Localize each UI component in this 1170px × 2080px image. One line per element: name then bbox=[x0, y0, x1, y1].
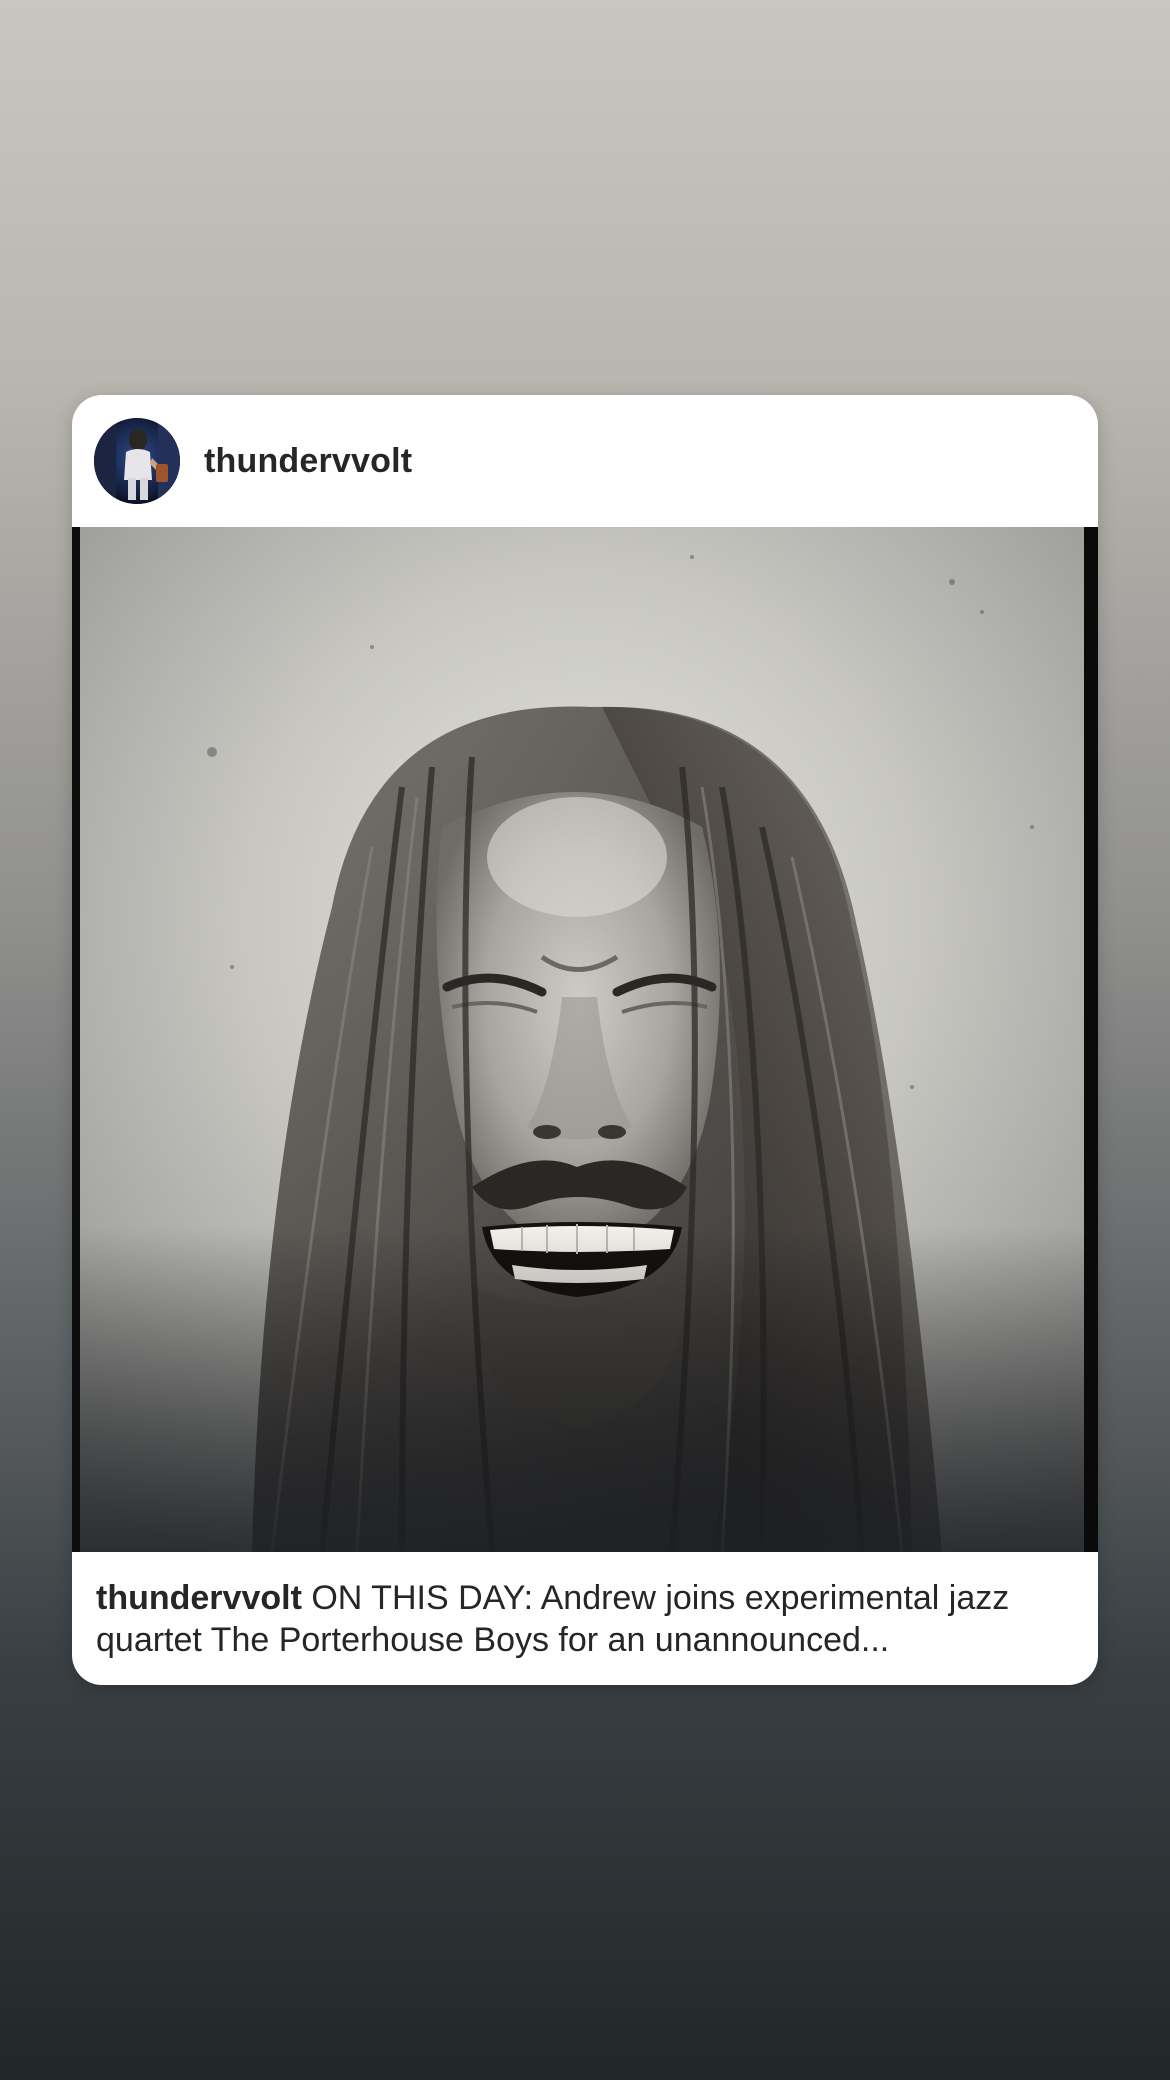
post-photo[interactable] bbox=[72, 527, 1098, 1552]
profile-avatar[interactable] bbox=[94, 418, 180, 504]
post-caption[interactable]: thundervvolt ON THIS DAY: Andrew joins e… bbox=[96, 1577, 1076, 1661]
shared-post-card[interactable]: thundervvolt thundervvolt ON THIS DAY: A… bbox=[72, 395, 1098, 1685]
post-header: thundervvolt bbox=[72, 395, 1098, 527]
portrait-photo-image bbox=[72, 527, 1098, 1552]
post-username[interactable]: thundervvolt bbox=[204, 442, 412, 481]
avatar-image bbox=[94, 418, 180, 504]
caption-username[interactable]: thundervvolt bbox=[96, 1579, 302, 1617]
